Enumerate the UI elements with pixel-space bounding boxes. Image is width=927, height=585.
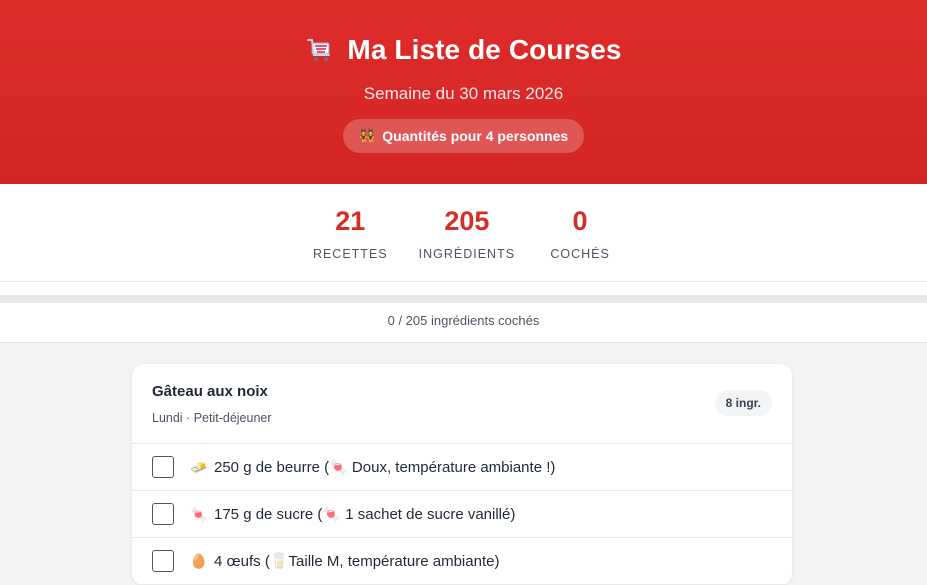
ingredient-note: Doux, température ambiante !) xyxy=(347,459,556,476)
ingredient-quantity: 4 œufs ( xyxy=(214,553,270,570)
ingredient-item[interactable]: 🥚 4 œufs (🥛Taille M, température ambiant… xyxy=(132,538,792,585)
recipe-meta: Lundi · Petit-déjeuner xyxy=(152,411,272,425)
stat-checked: 0 COCHÉS xyxy=(546,206,614,281)
candy-icon: 🍬 xyxy=(322,506,342,523)
ingredient-item[interactable]: 🍬 175 g de sucre (🍬 1 sachet de sucre va… xyxy=(132,491,792,538)
stat-ingredients: 205 INGRÉDIENTS xyxy=(419,206,515,281)
ingredient-text: 250 g de beurre (🍬 Doux, température amb… xyxy=(214,458,555,476)
page-header: Ma Liste de Courses Semaine du 30 mars 2… xyxy=(0,0,927,184)
stat-recipes: 21 RECETTES xyxy=(313,206,388,281)
recipe-card: Gâteau aux noix Lundi · Petit-déjeuner 8… xyxy=(132,364,792,585)
milk-icon: 🥛 xyxy=(269,553,289,570)
recipe-card-header[interactable]: Gâteau aux noix Lundi · Petit-déjeuner 8… xyxy=(132,364,792,444)
servings-badge-label: Quantités pour 4 personnes xyxy=(382,128,569,144)
candy-icon: 🍬 xyxy=(329,459,348,476)
ingredient-checkbox[interactable] xyxy=(152,550,174,572)
ingredient-item[interactable]: 🧈 250 g de beurre (🍬 Doux, température a… xyxy=(132,444,792,491)
shopping-cart-icon xyxy=(305,35,335,65)
recipe-name: Gâteau aux noix xyxy=(152,383,268,400)
egg-icon: 🥚 xyxy=(190,552,208,569)
stat-value: 0 xyxy=(572,206,588,236)
ingredient-note: 1 sachet de sucre vanillé) xyxy=(341,506,516,523)
butter-icon: 🧈 xyxy=(190,458,208,475)
ingredient-text: 175 g de sucre (🍬 1 sachet de sucre vani… xyxy=(214,505,515,523)
servings-badge: 👯 Quantités pour 4 personnes xyxy=(342,119,585,153)
title-row: Ma Liste de Courses xyxy=(0,34,927,66)
page-title: Ma Liste de Courses xyxy=(347,34,622,65)
ingredient-quantity: 250 g de beurre ( xyxy=(214,459,330,476)
stat-value: 21 xyxy=(335,206,366,236)
progress-bar xyxy=(0,295,927,303)
stat-value: 205 xyxy=(444,206,490,236)
ingredient-note: Taille M, température ambiante) xyxy=(288,553,500,570)
stat-label: COCHÉS xyxy=(550,247,610,261)
week-subtitle: Semaine du 30 mars 2026 xyxy=(363,84,564,103)
ingredient-count-badge: 8 ingr. xyxy=(714,390,772,416)
stat-label: RECETTES xyxy=(312,247,388,261)
ingredient-checkbox[interactable] xyxy=(152,503,174,525)
stat-label: INGRÉDIENTS xyxy=(418,247,516,261)
candy-icon: 🍬 xyxy=(190,505,208,522)
spacer xyxy=(0,282,927,295)
ingredient-text: 4 œufs (🥛Taille M, température ambiante) xyxy=(214,552,499,570)
progress-text: 0 / 205 ingrédients cochés xyxy=(0,303,927,343)
ingredient-checkbox[interactable] xyxy=(152,456,174,478)
ingredient-quantity: 175 g de sucre ( xyxy=(214,506,323,523)
people-icon: 👯 xyxy=(358,127,377,144)
stats-bar: 21 RECETTES 205 INGRÉDIENTS 0 COCHÉS xyxy=(0,184,927,282)
